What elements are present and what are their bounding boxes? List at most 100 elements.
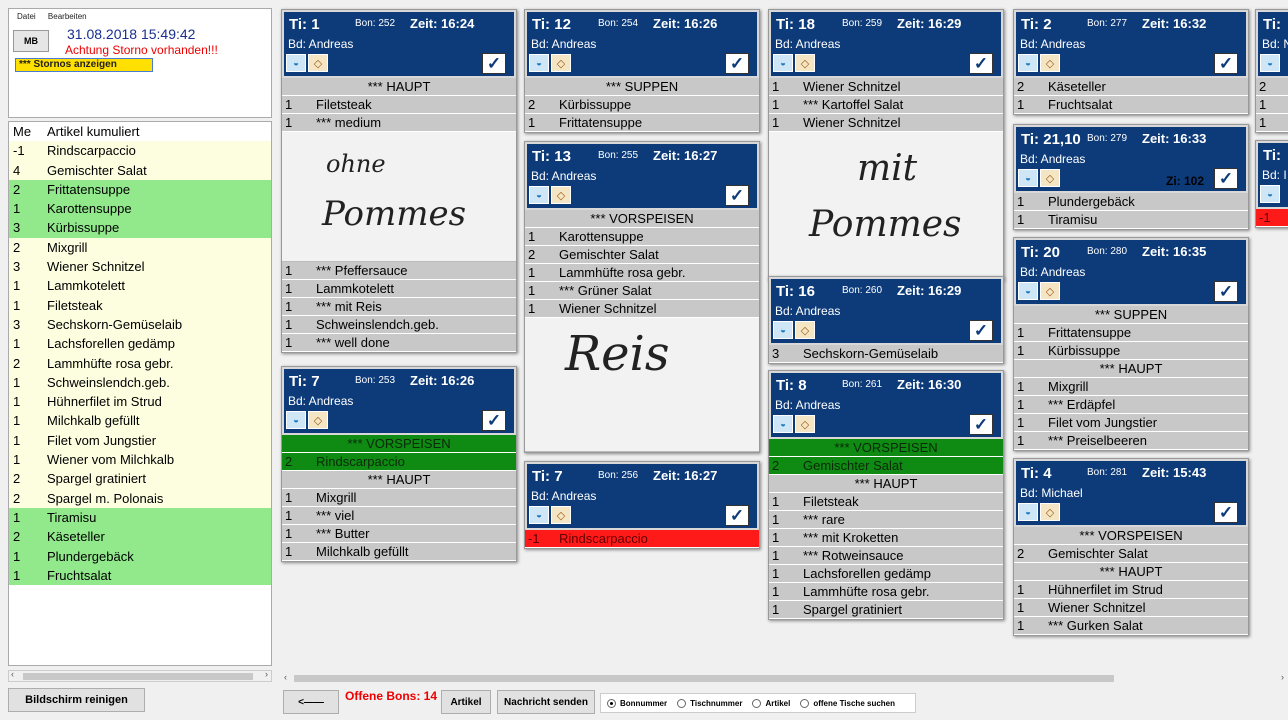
bowl-icon[interactable]: ◒ — [773, 54, 793, 72]
plate-icon[interactable]: ◇ — [795, 54, 815, 72]
plate-icon[interactable]: ◇ — [551, 186, 571, 204]
list-item[interactable]: 2 Spargel m. Polonais — [9, 488, 271, 508]
list-item[interactable]: 1 Lammkotelett — [9, 276, 271, 296]
checkmark-icon[interactable]: ✓ — [969, 53, 993, 74]
order-row[interactable]: *** VORSPEISEN — [769, 439, 1003, 457]
bowl-icon[interactable]: ◒ — [1018, 503, 1038, 521]
list-scrollbar[interactable]: ‹ › — [8, 669, 272, 682]
scroll-right-icon[interactable]: › — [1281, 672, 1284, 682]
order-row[interactable]: 1 *** Rotweinsauce — [769, 547, 1003, 565]
order-card[interactable]: Ti: 7 Bon: 256 Zeit: 16:27 Bd: Andreas ◒ ◇ ✓ -1… — [524, 461, 760, 549]
order-card[interactable]: Ti: Bd: N ◒ 2 1 1 — [1255, 9, 1288, 133]
bowl-icon[interactable]: ◒ — [529, 186, 549, 204]
list-item[interactable]: 2 Lammhüfte rosa gebr. — [9, 353, 271, 373]
order-card[interactable]: Ti: Bd: I ◒ -1 — [1255, 140, 1288, 228]
order-row[interactable]: 2 Gemischter Salat — [1014, 545, 1248, 563]
plate-icon[interactable]: ◇ — [1040, 503, 1060, 521]
checkmark-icon[interactable]: ✓ — [482, 410, 506, 431]
order-row[interactable]: *** VORSPEISEN — [282, 435, 516, 453]
order-row[interactable]: 1 *** mit Kroketten — [769, 529, 1003, 547]
checkmark-icon[interactable]: ✓ — [725, 53, 749, 74]
order-card[interactable]: Ti: 18 Bon: 259 Zeit: 16:29 Bd: Andreas ◒ ◇ ✓ 1… — [768, 9, 1004, 281]
order-row[interactable]: 1 Lammhüfte rosa gebr. — [525, 264, 759, 282]
list-item[interactable]: 1 Tiramisu — [9, 507, 271, 528]
order-card[interactable]: Ti: 1 Bon: 252 Zeit: 16:24 Bd: Andreas ◒ ◇ ✓ **… — [281, 9, 517, 353]
plate-icon[interactable]: ◇ — [308, 54, 328, 72]
scroll-left-icon[interactable]: ‹ — [284, 672, 287, 682]
order-row[interactable]: *** HAUPT — [1014, 360, 1248, 378]
order-row[interactable]: 1 *** medium — [282, 114, 516, 132]
order-row[interactable]: *** HAUPT — [1014, 563, 1248, 581]
order-row[interactable]: 1 Filetsteak — [282, 96, 516, 114]
checkmark-icon[interactable]: ✓ — [482, 53, 506, 74]
list-item[interactable]: 1 Lachsforellen gedämp — [9, 334, 271, 354]
checkmark-icon[interactable]: ✓ — [725, 185, 749, 206]
order-row[interactable]: 1 Milchkalb gefüllt — [282, 543, 516, 561]
order-row[interactable]: 1 *** Kartoffel Salat — [769, 96, 1003, 114]
plate-icon[interactable]: ◇ — [795, 415, 815, 433]
list-item[interactable]: 2 Käseteller — [9, 527, 271, 547]
order-row[interactable]: *** HAUPT — [282, 471, 516, 489]
order-row[interactable]: 1 Frittatensuppe — [525, 114, 759, 132]
order-row[interactable]: -1 — [1256, 209, 1288, 227]
order-row[interactable]: 2 Kürbissuppe — [525, 96, 759, 114]
bowl-icon[interactable]: ◒ — [1018, 169, 1038, 187]
checkmark-icon[interactable]: ✓ — [1214, 281, 1238, 302]
plate-icon[interactable]: ◇ — [795, 321, 815, 339]
bowl-icon[interactable]: ◒ — [1018, 54, 1038, 72]
plate-icon[interactable]: ◇ — [551, 506, 571, 524]
order-row[interactable]: 1 *** viel — [282, 507, 516, 525]
show-storno-button[interactable]: *** Stornos anzeigen — [15, 58, 153, 72]
order-row[interactable]: *** SUPPEN — [525, 78, 759, 96]
order-row[interactable]: 1 Hühnerfilet im Strud — [1014, 581, 1248, 599]
list-item[interactable]: 1 Filetsteak — [9, 295, 271, 315]
order-row[interactable]: 1 *** Butter — [282, 525, 516, 543]
plate-icon[interactable]: ◇ — [308, 411, 328, 429]
order-row[interactable]: 1 Filetsteak — [769, 493, 1003, 511]
list-item[interactable]: 1 Karottensuppe — [9, 199, 271, 219]
order-row[interactable]: 1 Schweinslendch.geb. — [282, 316, 516, 334]
order-row[interactable]: *** SUPPEN — [1014, 306, 1248, 324]
checkmark-icon[interactable]: ✓ — [1214, 168, 1238, 189]
bowl-icon[interactable]: ◒ — [773, 415, 793, 433]
menu-datei[interactable]: Datei — [17, 12, 36, 21]
order-row[interactable]: *** HAUPT — [769, 475, 1003, 493]
bowl-icon[interactable]: ◒ — [286, 411, 306, 429]
radio-icon[interactable] — [800, 698, 810, 708]
list-item[interactable]: 1 Filet vom Jungstier — [9, 430, 271, 451]
checkmark-icon[interactable]: ✓ — [969, 414, 993, 435]
order-card[interactable]: Ti: 13 Bon: 255 Zeit: 16:27 Bd: Andreas ◒ ◇ ✓ *… — [524, 141, 760, 453]
order-row[interactable]: 1 Karottensuppe — [525, 228, 759, 246]
list-item[interactable]: 2 Mixgrill — [9, 237, 271, 258]
order-row[interactable]: 1 — [1256, 114, 1288, 132]
order-row[interactable]: 2 Gemischter Salat — [769, 457, 1003, 475]
order-row[interactable]: *** VORSPEISEN — [525, 210, 759, 228]
list-item[interactable]: 3 Kürbissuppe — [9, 218, 271, 238]
order-row[interactable]: *** HAUPT — [282, 78, 516, 96]
plate-icon[interactable]: ◇ — [1040, 54, 1060, 72]
radio-tischnummer[interactable]: Tischnummer — [677, 698, 742, 708]
scroll-left-icon[interactable]: ‹ — [11, 669, 14, 679]
order-card[interactable]: Ti: 16 Bon: 260 Zeit: 16:29 Bd: Andreas ◒ ◇ ✓ 3… — [768, 276, 1004, 364]
cards-scrollbar[interactable]: ‹ › — [284, 672, 1288, 683]
order-row[interactable]: 1 Mixgrill — [282, 489, 516, 507]
order-row[interactable]: 1 *** mit Reis — [282, 298, 516, 316]
order-row[interactable]: 1 Spargel gratiniert — [769, 601, 1003, 619]
order-row[interactable]: 1 Lammhüfte rosa gebr. — [769, 583, 1003, 601]
radio-icon[interactable] — [677, 698, 687, 708]
order-row[interactable]: 1 Mixgrill — [1014, 378, 1248, 396]
list-item[interactable]: 1 Wiener vom Milchkalb — [9, 450, 271, 470]
bowl-icon[interactable]: ◒ — [1260, 185, 1280, 203]
radio-selected-icon[interactable] — [607, 698, 616, 708]
order-card[interactable]: Ti: 2 Bon: 277 Zeit: 16:32 Bd: Andreas ◒ ◇ ✓ 2 K… — [1013, 9, 1249, 115]
plate-icon[interactable]: ◇ — [1040, 282, 1060, 300]
order-row[interactable]: 1 Filet vom Jungstier — [1014, 414, 1248, 432]
bowl-icon[interactable]: ◒ — [286, 54, 306, 72]
order-row[interactable]: 1 Frittatensuppe — [1014, 324, 1248, 342]
order-row[interactable]: 1 Plundergebäck — [1014, 193, 1248, 211]
list-item[interactable]: 1 Fruchtsalat — [9, 565, 271, 586]
order-row[interactable]: 2 Rindscarpaccio — [282, 453, 516, 471]
list-item[interactable]: 2 Spargel gratiniert — [9, 469, 271, 489]
checkmark-icon[interactable]: ✓ — [969, 320, 993, 341]
radio-offene-tische[interactable]: offene Tische suchen — [800, 698, 895, 708]
